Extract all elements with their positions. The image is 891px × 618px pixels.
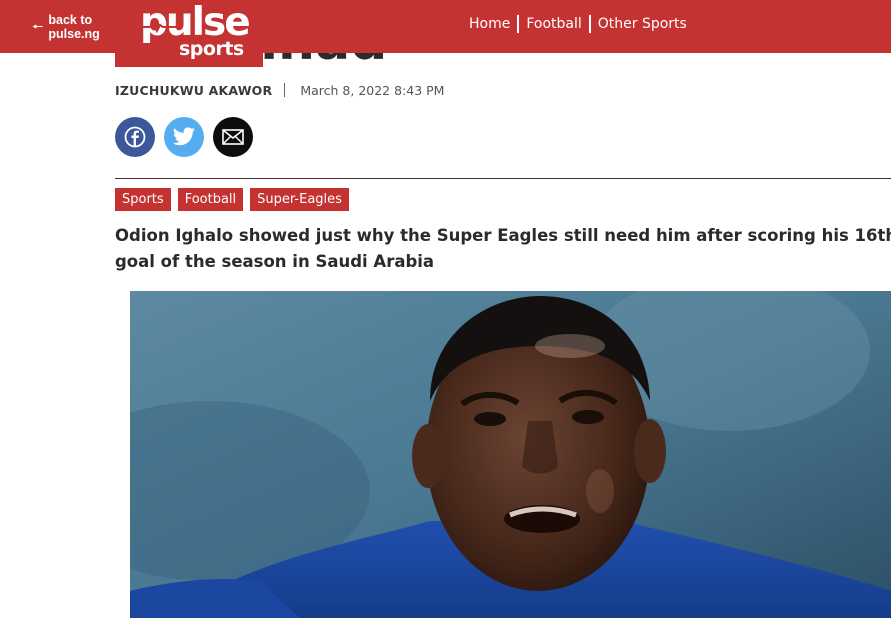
main-nav: Home Football Other Sports xyxy=(462,14,694,34)
back-link-line2: pulse.ng xyxy=(48,27,100,41)
email-icon xyxy=(222,129,244,145)
tag-sports[interactable]: Sports xyxy=(115,188,171,211)
tag-football[interactable]: Football xyxy=(177,188,244,211)
byline-divider xyxy=(284,83,286,97)
article-summary: Odion Ighalo showed just why the Super E… xyxy=(115,226,891,271)
twitter-icon xyxy=(173,127,195,146)
section-divider xyxy=(115,178,891,179)
publish-date: March 8, 2022 8:43 PM xyxy=(300,82,445,98)
twitter-share-button[interactable] xyxy=(164,117,204,157)
email-share-button[interactable] xyxy=(213,117,253,157)
facebook-icon xyxy=(124,126,146,148)
pulse-sports-logo[interactable]: pulse sports xyxy=(115,0,263,67)
article-hero-image[interactable] xyxy=(130,291,891,618)
back-link-line1: back to xyxy=(48,13,93,27)
share-buttons xyxy=(115,117,253,157)
nav-home[interactable]: Home xyxy=(462,16,517,32)
facebook-share-button[interactable] xyxy=(115,117,155,157)
player-photo xyxy=(130,291,891,618)
article-tags: Sports Football Super-Eagles xyxy=(115,188,349,211)
author-name[interactable]: IZUCHUKWU AKAWOR xyxy=(115,83,272,98)
nav-football[interactable]: Football xyxy=(519,16,588,32)
byline: IZUCHUKWU AKAWOR March 8, 2022 8:43 PM xyxy=(115,80,444,100)
arrow-left-icon: 🠔 xyxy=(32,19,44,35)
back-to-pulse-link[interactable]: 🠔 back to pulse.ng xyxy=(32,12,100,42)
tag-super-eagles[interactable]: Super-Eagles xyxy=(250,188,349,211)
nav-other-sports[interactable]: Other Sports xyxy=(591,16,694,32)
back-link-text: back to pulse.ng xyxy=(48,13,99,41)
heartbeat-icon xyxy=(142,19,182,33)
logo-sports-text: sports xyxy=(179,38,244,60)
